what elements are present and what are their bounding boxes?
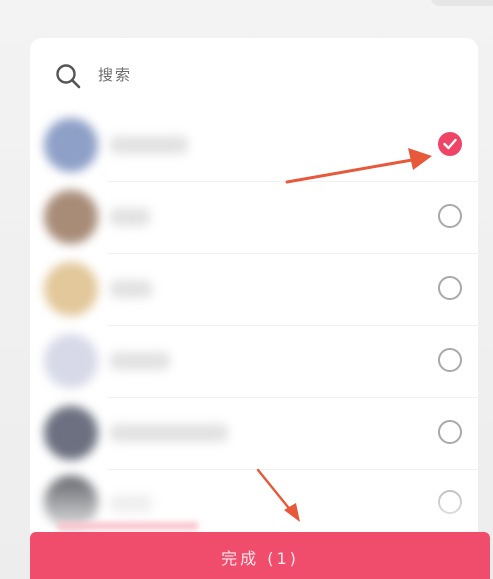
contact-row[interactable] <box>30 110 478 182</box>
avatar <box>44 262 98 316</box>
button-glow <box>58 522 198 530</box>
selected-checkbox[interactable] <box>438 132 462 156</box>
radio-empty-icon[interactable] <box>438 276 462 300</box>
contact-name-blurred <box>110 352 170 370</box>
search-input[interactable] <box>98 60 438 90</box>
contact-row[interactable] <box>30 326 478 398</box>
contact-row[interactable] <box>30 254 478 326</box>
radio-empty-icon[interactable] <box>438 490 462 514</box>
contact-name-blurred <box>110 208 150 226</box>
radio-empty-icon[interactable] <box>438 420 462 444</box>
contact-row[interactable] <box>30 182 478 254</box>
contact-name-blurred <box>110 496 152 514</box>
check-icon <box>443 138 457 150</box>
avatar <box>44 406 98 460</box>
radio-empty-icon[interactable] <box>438 204 462 228</box>
top-edge-decoration <box>430 0 493 6</box>
avatar <box>44 190 98 244</box>
avatar <box>44 118 98 172</box>
search-bar[interactable] <box>30 38 478 110</box>
contact-picker-page: 完成 (1) <box>0 0 493 579</box>
contact-name-blurred <box>110 280 152 298</box>
radio-empty-icon[interactable] <box>438 348 462 372</box>
contact-name-blurred <box>110 136 188 154</box>
search-icon <box>56 64 81 89</box>
avatar <box>44 334 98 388</box>
contact-row[interactable] <box>30 398 478 470</box>
contact-list-card <box>30 38 478 579</box>
done-button[interactable]: 完成 (1) <box>30 532 490 579</box>
contact-name-blurred <box>110 424 228 442</box>
